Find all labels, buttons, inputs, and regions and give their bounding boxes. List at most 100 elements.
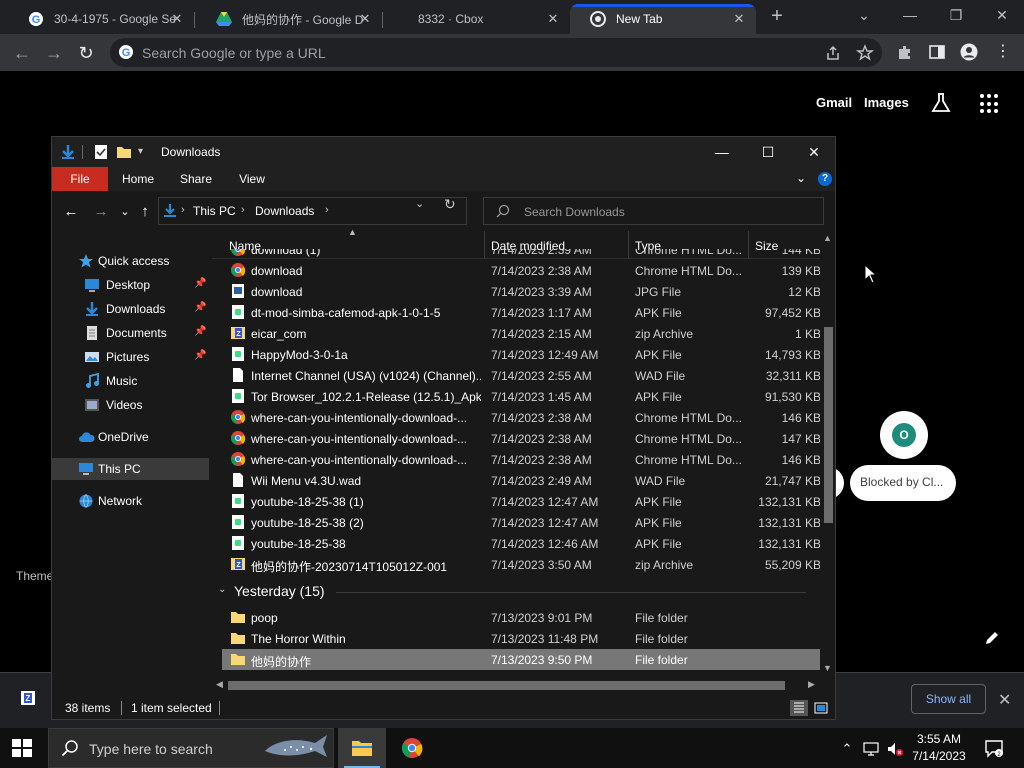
up-arrow-icon[interactable]: ↑ (136, 203, 154, 221)
collapse-chevron-icon[interactable]: ⌄ (218, 584, 226, 595)
nav-item-music[interactable]: Music (52, 370, 209, 392)
nav-item-downloads[interactable]: Downloads 📌 (52, 298, 209, 320)
taskbar-chrome[interactable] (388, 728, 436, 768)
zip-archive-icon[interactable]: Z (20, 690, 36, 709)
labs-flask-icon[interactable] (930, 92, 952, 117)
pin-icon[interactable]: 📌 (194, 278, 206, 290)
share-icon[interactable] (824, 44, 842, 62)
breadcrumb-this-pc[interactable]: This PC (193, 204, 236, 218)
tab-close-icon[interactable]: ✕ (356, 10, 374, 28)
scrollbar-thumb[interactable] (228, 681, 785, 690)
folder-row[interactable]: poop 7/13/2023 9:01 PM File folder (222, 607, 820, 628)
scroll-up-icon[interactable]: ▲ (823, 233, 832, 243)
tab-close-icon[interactable]: ✕ (168, 10, 186, 28)
forward-arrow-icon[interactable]: → (42, 41, 66, 65)
tab-cbox[interactable]: 8332 · Cbox ✕ (384, 4, 570, 34)
ribbon-tab-home[interactable]: Home (112, 167, 164, 191)
file-row[interactable]: Z eicar_com 7/14/2023 2:15 AM zip Archiv… (222, 323, 820, 344)
help-icon[interactable]: ? (818, 172, 832, 186)
tab-new-tab[interactable]: New Tab ✕ (570, 4, 756, 34)
taskbar-search-box[interactable]: Type here to search (48, 728, 334, 768)
taskbar-file-explorer[interactable] (338, 728, 386, 768)
file-row[interactable]: Internet Channel (USA) (v1024) (Channel)… (222, 365, 820, 386)
horizontal-scrollbar[interactable]: ◀ ▶ (212, 677, 821, 693)
new-tab-plus-icon[interactable]: + (766, 6, 788, 28)
large-icons-view-icon[interactable] (812, 700, 830, 716)
folder-row-selected[interactable]: 他妈的协作 7/13/2023 9:50 PM File folder (222, 649, 820, 670)
reload-icon[interactable]: ↻ (74, 41, 98, 65)
file-row[interactable]: where-can-you-intentionally-download-...… (222, 449, 820, 470)
folder-row[interactable]: The Horror Within 7/13/2023 11:48 PM Fil… (222, 628, 820, 649)
recent-locations-chevron-icon[interactable]: ⌄ (116, 203, 134, 221)
show-all-downloads-button[interactable]: Show all (911, 684, 986, 714)
tab-close-icon[interactable]: ✕ (730, 10, 748, 28)
side-panel-icon[interactable] (928, 43, 946, 61)
pin-icon[interactable]: 📌 (194, 302, 206, 314)
close-window-icon[interactable]: ✕ (988, 4, 1016, 26)
file-row[interactable]: youtube-18-25-38 7/14/2023 12:46 AM APK … (222, 533, 820, 554)
file-row[interactable]: dt-mod-simba-cafemod-apk-1-0-1-5 7/14/20… (222, 302, 820, 323)
properties-check-icon[interactable] (94, 144, 108, 163)
shortcut-tile[interactable]: O (880, 411, 928, 459)
pin-icon[interactable]: 📌 (194, 326, 206, 338)
bookmark-star-icon[interactable] (855, 44, 875, 62)
kebab-menu-icon[interactable]: ⋮ (994, 43, 1012, 61)
ribbon-tab-view[interactable]: View (228, 167, 276, 191)
taskbar-clock[interactable]: 3:55 AM 7/14/2023 (910, 731, 968, 765)
scroll-down-icon[interactable]: ▼ (823, 663, 832, 673)
nav-item-videos[interactable]: Videos (52, 394, 209, 416)
expand-ribbon-chevron-icon[interactable]: ⌄ (796, 171, 806, 185)
maximize-icon[interactable]: ☐ (745, 137, 791, 167)
action-center-icon[interactable]: 2 (984, 738, 1004, 758)
scroll-left-icon[interactable]: ◀ (216, 679, 223, 690)
profile-avatar-icon[interactable] (960, 43, 978, 61)
new-folder-icon[interactable] (116, 144, 132, 163)
ribbon-tab-file[interactable]: File (52, 167, 108, 191)
back-arrow-icon[interactable]: ← (62, 203, 80, 221)
tab-google-drive[interactable]: 他妈的协作 - Google D ✕ (196, 4, 382, 34)
customize-pencil-icon[interactable] (984, 630, 1000, 646)
nav-item-network[interactable]: Network (52, 490, 209, 512)
nav-item-this-pc[interactable]: This PC (52, 458, 209, 480)
file-row[interactable]: where-can-you-intentionally-download-...… (222, 407, 820, 428)
details-view-icon[interactable] (790, 700, 808, 716)
scroll-right-icon[interactable]: ▶ (808, 679, 815, 690)
file-row[interactable]: youtube-18-25-38 (1) 7/14/2023 12:47 AM … (222, 491, 820, 512)
back-arrow-icon[interactable]: ← (10, 41, 34, 65)
nav-item-documents[interactable]: Documents 📌 (52, 322, 209, 344)
windows-start-icon[interactable] (12, 739, 32, 757)
group-header-yesterday[interactable]: ⌄ Yesterday (15) (218, 579, 816, 603)
show-hidden-icons-chevron-icon[interactable]: ⌃ (838, 740, 856, 758)
pin-icon[interactable]: 📌 (194, 350, 206, 362)
omnibox[interactable]: G Search Google or type a URL (110, 38, 882, 67)
customize-quick-access-chevron-icon[interactable]: ▾ (138, 146, 143, 157)
tab-search-chevron-icon[interactable]: ⌄ (850, 4, 878, 26)
file-row[interactable]: download (1) 7/14/2023 2:39 AM Chrome HT… (222, 249, 820, 260)
volume-muted-icon[interactable] (886, 740, 904, 758)
network-tray-icon[interactable] (862, 740, 880, 758)
nav-item-desktop[interactable]: Desktop 📌 (52, 274, 209, 296)
breadcrumb-separator[interactable]: › (241, 204, 245, 216)
scrollbar-thumb[interactable] (824, 327, 833, 523)
minimize-icon[interactable]: — (699, 137, 745, 167)
vertical-scrollbar[interactable]: ▲ ▼ (821, 231, 835, 677)
file-row[interactable]: download 7/14/2023 2:38 AM Chrome HTML D… (222, 260, 820, 281)
file-row[interactable]: Tor Browser_102.2.1-Release (12.5.1)_Apk… (222, 386, 820, 407)
file-row[interactable]: HappyMod-3-0-1a 7/14/2023 12:49 AM APK F… (222, 344, 820, 365)
tab-google-search[interactable]: G 30-4-1975 - Google Se ✕ (8, 4, 194, 34)
google-apps-grid-icon[interactable] (980, 94, 1000, 114)
restore-icon[interactable]: ❐ (942, 4, 970, 26)
ribbon-tab-share[interactable]: Share (170, 167, 222, 191)
search-downloads-input[interactable]: Search Downloads (483, 197, 824, 225)
gmail-link[interactable]: Gmail (816, 95, 852, 110)
forward-arrow-icon[interactable]: → (92, 203, 110, 221)
refresh-icon[interactable]: ↻ (444, 196, 456, 213)
close-window-icon[interactable]: ✕ (791, 137, 837, 167)
nav-item-quick-access[interactable]: Quick access (52, 250, 209, 272)
themes-label[interactable]: Theme (16, 569, 53, 583)
breadcrumb-downloads[interactable]: Downloads (255, 204, 314, 218)
breadcrumb-separator[interactable]: › (325, 204, 329, 216)
address-history-chevron-icon[interactable]: ⌄ (415, 197, 424, 210)
file-row[interactable]: Wii Menu v4.3U.wad 7/14/2023 2:49 AM WAD… (222, 470, 820, 491)
minimize-icon[interactable]: — (896, 4, 924, 26)
